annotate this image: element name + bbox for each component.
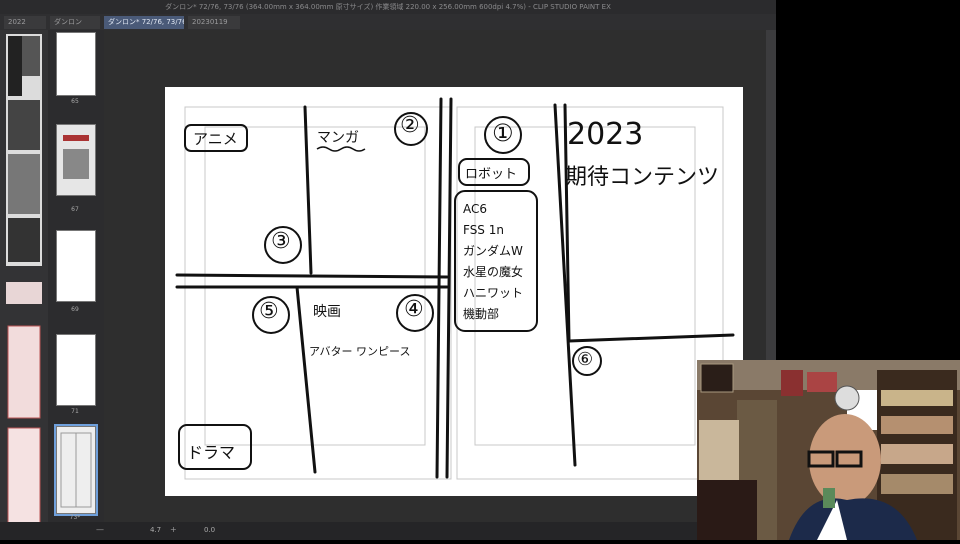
panel-5-number: ⑤	[259, 299, 279, 324]
page-thumbnail[interactable]	[56, 334, 96, 406]
tab-2022[interactable]: 2022	[4, 16, 46, 29]
panel-2-number: ②	[400, 113, 420, 138]
panel-1-number: ①	[492, 119, 514, 147]
page-number: 71	[71, 408, 79, 415]
zoom-in-icon[interactable]: +	[170, 525, 177, 534]
list-item: ガンダムW	[463, 244, 523, 258]
sketch-drawing	[175, 97, 735, 480]
manga-label: マンガ	[317, 130, 359, 146]
anime-label: アニメ	[193, 130, 238, 148]
movie-titles: アバター ワンピース	[309, 345, 411, 358]
sketch-year: 2023	[567, 117, 644, 152]
list-item: 水星の魔女	[463, 265, 524, 279]
page-thumbnail[interactable]	[56, 32, 96, 96]
tab-danron[interactable]: ダンロン	[50, 16, 100, 29]
robot-list: AC6 FSS 1n ガンダムW 水星の魔女 ハニワット 機動部	[463, 199, 535, 325]
webcam-overlay	[697, 360, 960, 540]
list-item: AC6	[463, 202, 488, 216]
page-number: 65	[71, 98, 79, 105]
page-thumbnail-list: 65 67 69 71 73*	[48, 30, 104, 540]
list-item: FSS 1n	[463, 223, 504, 237]
page-thumbnail[interactable]	[56, 124, 96, 196]
zoom-out-icon[interactable]: —	[96, 525, 104, 534]
list-item: 機動部	[463, 307, 500, 321]
sketch-heading: 期待コンテンツ	[565, 165, 720, 190]
sketch-page[interactable]: 2023 期待コンテンツ アニメ ドラマ ① ロボット ② マンガ ③ ④ 映画…	[165, 87, 743, 496]
webcam-video	[697, 360, 960, 540]
list-item: ハニワット	[463, 286, 524, 300]
manga-squiggle	[316, 146, 366, 152]
document-tabs: 2022 ダンロン ダンロン* 72/76, 73/76 20230119	[0, 14, 776, 30]
movie-label: 映画	[313, 304, 341, 320]
drama-label: ドラマ	[187, 443, 236, 462]
zoom-value[interactable]: 4.7	[150, 526, 161, 534]
page-thumbnail-selected[interactable]	[54, 424, 98, 516]
panel-3-number: ③	[271, 229, 291, 254]
page-number: 73*	[69, 514, 81, 521]
page-number: 69	[71, 306, 79, 313]
tab-20230119[interactable]: 20230119	[188, 16, 240, 29]
panel-6-number: ⑥	[577, 349, 594, 370]
tab-danron-active[interactable]: ダンロン* 72/76, 73/76	[104, 16, 184, 29]
page-thumbnail[interactable]	[56, 230, 96, 302]
rotation-value[interactable]: 0.0	[204, 526, 215, 534]
manga-page-preview	[6, 34, 42, 529]
status-bar: — 4.7 + 0.0	[0, 522, 776, 540]
robot-label: ロボット	[465, 167, 518, 182]
panel-4-number: ④	[404, 297, 424, 322]
left-preview-panel	[0, 30, 48, 540]
window-title: ダンロン* 72/76, 73/76 (364.00mm x 364.00mm …	[0, 0, 776, 14]
page-number: 67	[71, 206, 79, 213]
